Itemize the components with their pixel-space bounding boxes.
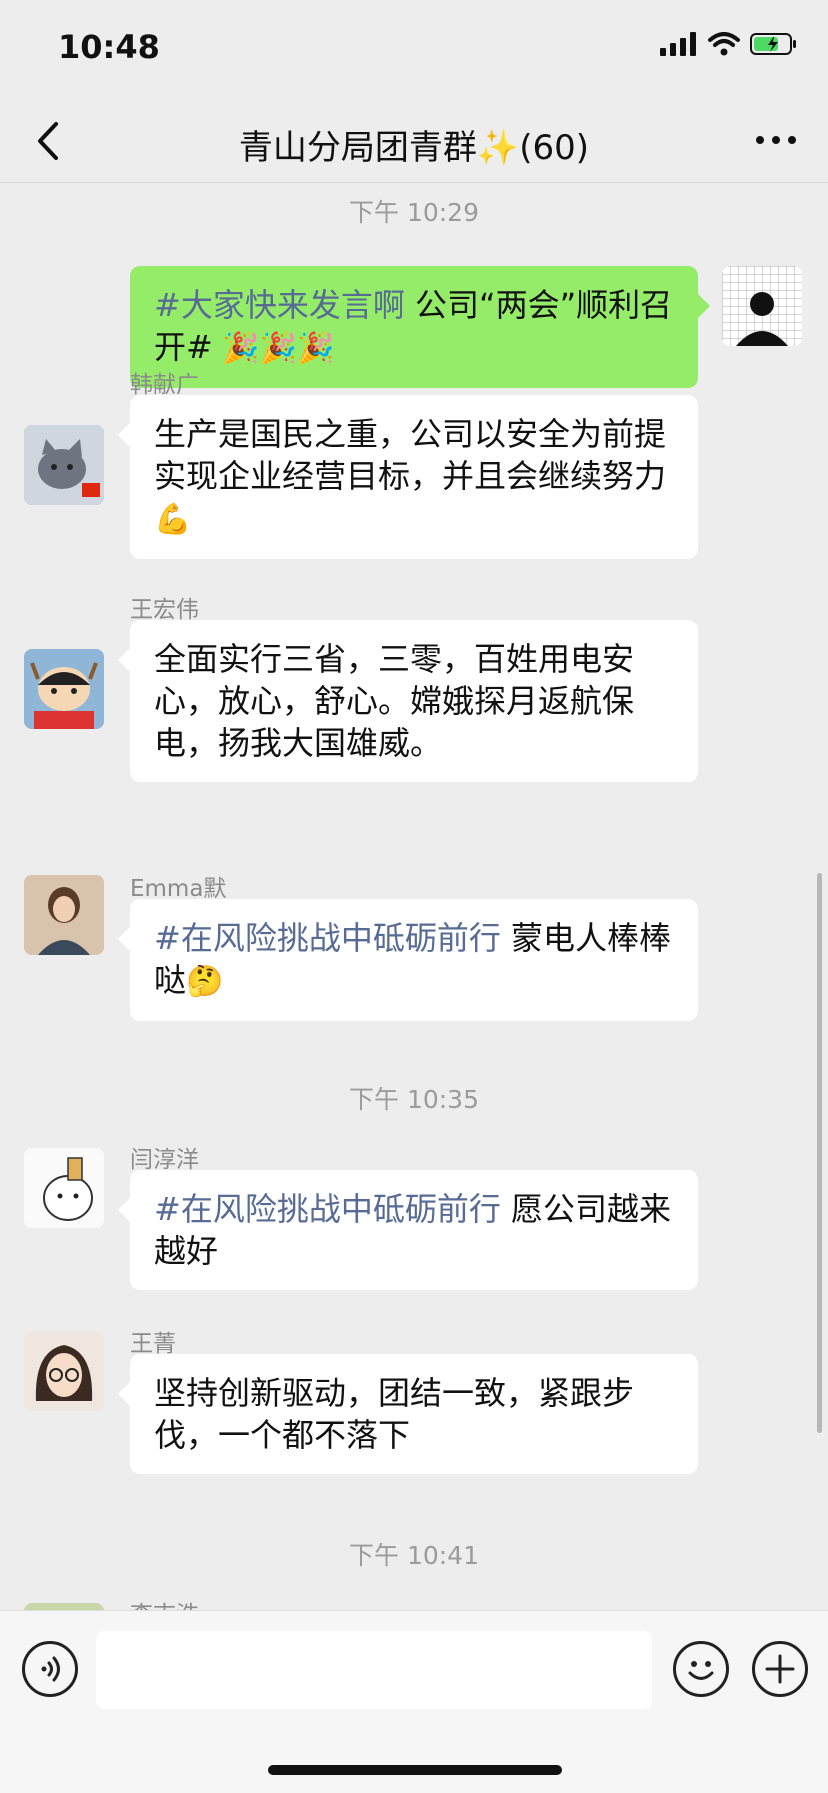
smiley-icon <box>688 1661 714 1680</box>
message-bubble[interactable]: 坚持创新驱动，团结一致，紧跟步伐，一个都不落下 <box>118 1354 698 1474</box>
avatar[interactable] <box>24 875 104 955</box>
message-bubble[interactable]: 全面实行三省，三零，百姓用电安心，放心，舒心。嫦娥探月返航保电，扬我大国雄威。 <box>118 620 698 782</box>
party-popper-emoji: 🎉🎉🎉 <box>212 331 335 366</box>
timestamp: 下午 10:29 <box>349 198 479 227</box>
message-input[interactable] <box>96 1631 652 1709</box>
message-bubble[interactable]: #在风险挑战中砥砺前行 愿公司越来越好 <box>118 1170 698 1290</box>
voice-button[interactable] <box>22 1641 78 1697</box>
sender-name: Emma默 <box>130 876 227 902</box>
status-icons <box>660 32 798 56</box>
home-indicator[interactable] <box>268 1765 562 1775</box>
avatar[interactable] <box>24 1148 104 1228</box>
timestamp: 下午 10:41 <box>349 1541 479 1570</box>
plus-icon <box>765 1654 795 1684</box>
woman-photo-avatar-icon <box>24 875 104 955</box>
message-text: 坚持创新驱动，团结一致，紧跟步伐，一个都不落下 <box>154 1374 635 1454</box>
message-bubble[interactable]: #在风险挑战中砥砺前行 蒙电人棒棒哒🤔 <box>118 899 698 1021</box>
sender-name: 王宏伟 <box>130 597 199 623</box>
more-options-icon[interactable] <box>752 120 800 160</box>
timestamp: 下午 10:35 <box>349 1085 479 1114</box>
wifi-icon <box>708 32 740 56</box>
cat-cartoon-avatar-icon <box>24 1148 104 1228</box>
sender-name: 王菁 <box>130 1331 176 1357</box>
status-bar: 10:48 <box>0 0 828 100</box>
hashtag[interactable]: #大家快来发言啊 <box>154 286 405 324</box>
avatar[interactable] <box>24 1331 104 1411</box>
message-text: 全面实行三省，三零，百姓用电安心，放心，舒心。嫦娥探月返航保电，扬我大国雄威。 <box>154 640 635 762</box>
avatar[interactable] <box>24 425 104 505</box>
status-time: 10:48 <box>58 28 160 66</box>
sender-name: 闫淳洋 <box>130 1147 199 1173</box>
my-avatar[interactable] <box>722 266 802 346</box>
message-bubble-own[interactable]: #大家快来发言啊 公司“两会”顺利召开# 🎉🎉🎉 <box>130 266 710 388</box>
scrollbar[interactable] <box>817 873 822 1433</box>
chat-title: 青山分局团青群✨(60) <box>238 128 590 168</box>
flexed-biceps-emoji: 💪 <box>154 502 192 537</box>
thinking-face-emoji: 🤔 <box>186 964 224 999</box>
nav-bar: 青山分局团青群✨(60) <box>0 100 828 183</box>
hashtag[interactable]: #在风险挑战中砥砺前行 <box>154 919 501 957</box>
person-avatar-icon <box>722 266 802 346</box>
avatar[interactable] <box>24 649 104 729</box>
sender-name: 李志浩 <box>130 1595 199 1610</box>
signal-icon <box>660 32 696 56</box>
cartoon-boy-avatar-icon <box>24 649 104 729</box>
hashtag[interactable]: #在风险挑战中砥砺前行 <box>154 1190 501 1228</box>
emoji-button[interactable] <box>673 1641 729 1697</box>
input-bar <box>0 1610 828 1793</box>
battery-icon <box>750 33 796 55</box>
cat-avatar-icon <box>24 425 104 505</box>
message-bubble[interactable]: 生产是国民之重，公司以安全为前提实现企业经营目标，并且会继续努力 💪 <box>118 395 698 559</box>
girl-illustration-avatar-icon <box>24 1331 104 1411</box>
chat-area[interactable]: 下午 10:29 #大家快来发言啊 公司“两会”顺利召开# 🎉🎉🎉 韩献广 生产… <box>0 183 828 1610</box>
more-functions-button[interactable] <box>752 1641 808 1697</box>
sender-name: 韩献广 <box>130 372 199 398</box>
avatar[interactable] <box>24 1603 104 1610</box>
message-text: 生产是国民之重，公司以安全为前提实现企业经营目标，并且会继续努力 <box>154 415 667 495</box>
voice-icon <box>41 1656 60 1682</box>
